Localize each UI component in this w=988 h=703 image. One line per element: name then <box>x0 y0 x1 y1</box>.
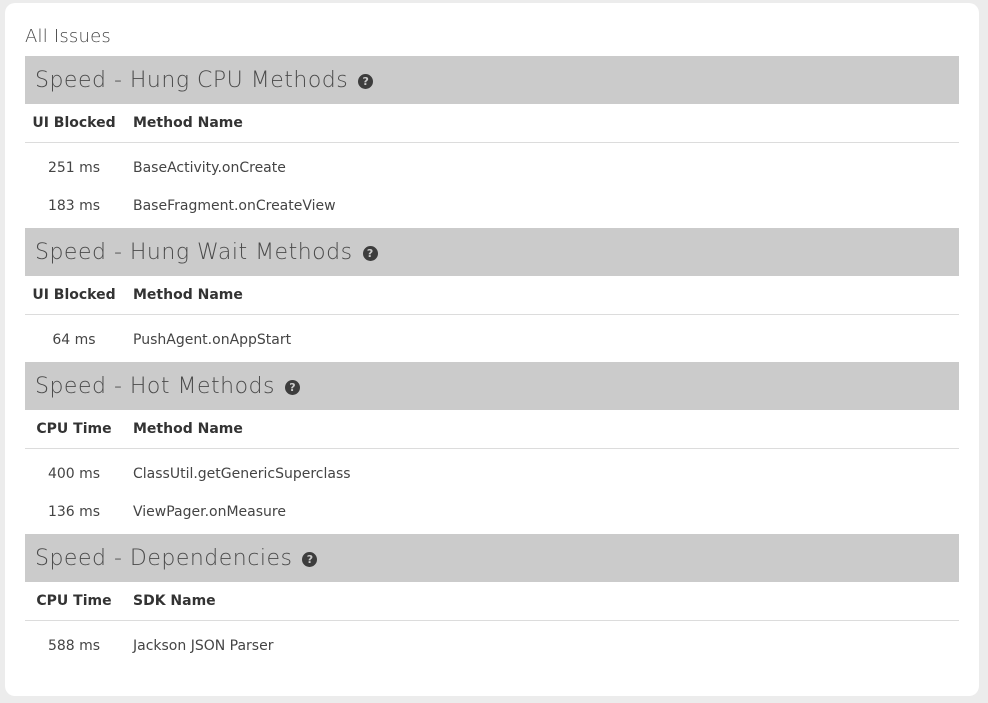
help-icon[interactable]: ? <box>302 552 318 567</box>
method-name-cell: ClassUtil.getGenericSuperclass <box>133 466 351 482</box>
metric-cell: 64 ms <box>52 332 96 348</box>
section-title: Speed - Hung CPU Methods <box>35 67 349 93</box>
column-header-name: Method Name <box>133 287 243 303</box>
table-row: 588 ms Jackson JSON Parser <box>25 627 959 665</box>
table-row: 183 ms BaseFragment.onCreateView <box>25 187 959 225</box>
column-header-row: UI Blocked Method Name <box>25 104 959 143</box>
column-header-metric: UI Blocked <box>32 115 116 131</box>
sdk-name-cell: Jackson JSON Parser <box>133 638 274 654</box>
section-hung-cpu-methods: Speed - Hung CPU Methods ? UI Blocked Me… <box>25 56 959 228</box>
help-icon[interactable]: ? <box>284 380 300 395</box>
column-header-name: Method Name <box>133 421 243 437</box>
help-icon[interactable]: ? <box>358 74 374 89</box>
column-header-row: UI Blocked Method Name <box>25 276 959 315</box>
issues-card: All Issues Speed - Hung CPU Methods ? UI… <box>5 3 979 696</box>
issue-sections: Speed - Hung CPU Methods ? UI Blocked Me… <box>25 56 959 668</box>
method-name-cell: ViewPager.onMeasure <box>133 504 286 520</box>
table-rows: 400 ms ClassUtil.getGenericSuperclass 13… <box>25 449 959 534</box>
table-row: 64 ms PushAgent.onAppStart <box>25 321 959 359</box>
section-header: Speed - Hung CPU Methods ? <box>25 56 959 104</box>
table-rows: 251 ms BaseActivity.onCreate 183 ms Base… <box>25 143 959 228</box>
metric-cell: 251 ms <box>47 160 101 176</box>
column-header-row: CPU Time Method Name <box>25 410 959 449</box>
metric-cell: 136 ms <box>47 504 101 520</box>
table-row: 251 ms BaseActivity.onCreate <box>25 149 959 187</box>
column-header-metric: CPU Time <box>36 421 112 437</box>
section-title: Speed - Hung Wait Methods <box>35 239 353 265</box>
section-header: Speed - Hung Wait Methods ? <box>25 228 959 276</box>
table-rows: 588 ms Jackson JSON Parser <box>25 621 959 668</box>
column-header-name: Method Name <box>133 115 243 131</box>
page-title: All Issues <box>25 26 111 47</box>
help-icon[interactable]: ? <box>362 246 378 261</box>
section-header: Speed - Dependencies ? <box>25 534 959 582</box>
metric-cell: 400 ms <box>47 466 101 482</box>
table-row: 136 ms ViewPager.onMeasure <box>25 493 959 531</box>
section-dependencies: Speed - Dependencies ? CPU Time SDK Name… <box>25 534 959 668</box>
column-header-row: CPU Time SDK Name <box>25 582 959 621</box>
table-row: 400 ms ClassUtil.getGenericSuperclass <box>25 455 959 493</box>
section-hot-methods: Speed - Hot Methods ? CPU Time Method Na… <box>25 362 959 534</box>
method-name-cell: BaseActivity.onCreate <box>133 160 286 176</box>
table-rows: 64 ms PushAgent.onAppStart <box>25 315 959 362</box>
section-title: Speed - Hot Methods <box>35 373 275 399</box>
section-header: Speed - Hot Methods ? <box>25 362 959 410</box>
section-title: Speed - Dependencies <box>35 545 293 571</box>
method-name-cell: BaseFragment.onCreateView <box>133 198 336 214</box>
method-name-cell: PushAgent.onAppStart <box>133 332 292 348</box>
metric-cell: 588 ms <box>47 638 101 654</box>
column-header-metric: CPU Time <box>36 593 112 609</box>
section-hung-wait-methods: Speed - Hung Wait Methods ? UI Blocked M… <box>25 228 959 362</box>
column-header-name: SDK Name <box>133 593 216 609</box>
metric-cell: 183 ms <box>47 198 101 214</box>
column-header-metric: UI Blocked <box>32 287 116 303</box>
